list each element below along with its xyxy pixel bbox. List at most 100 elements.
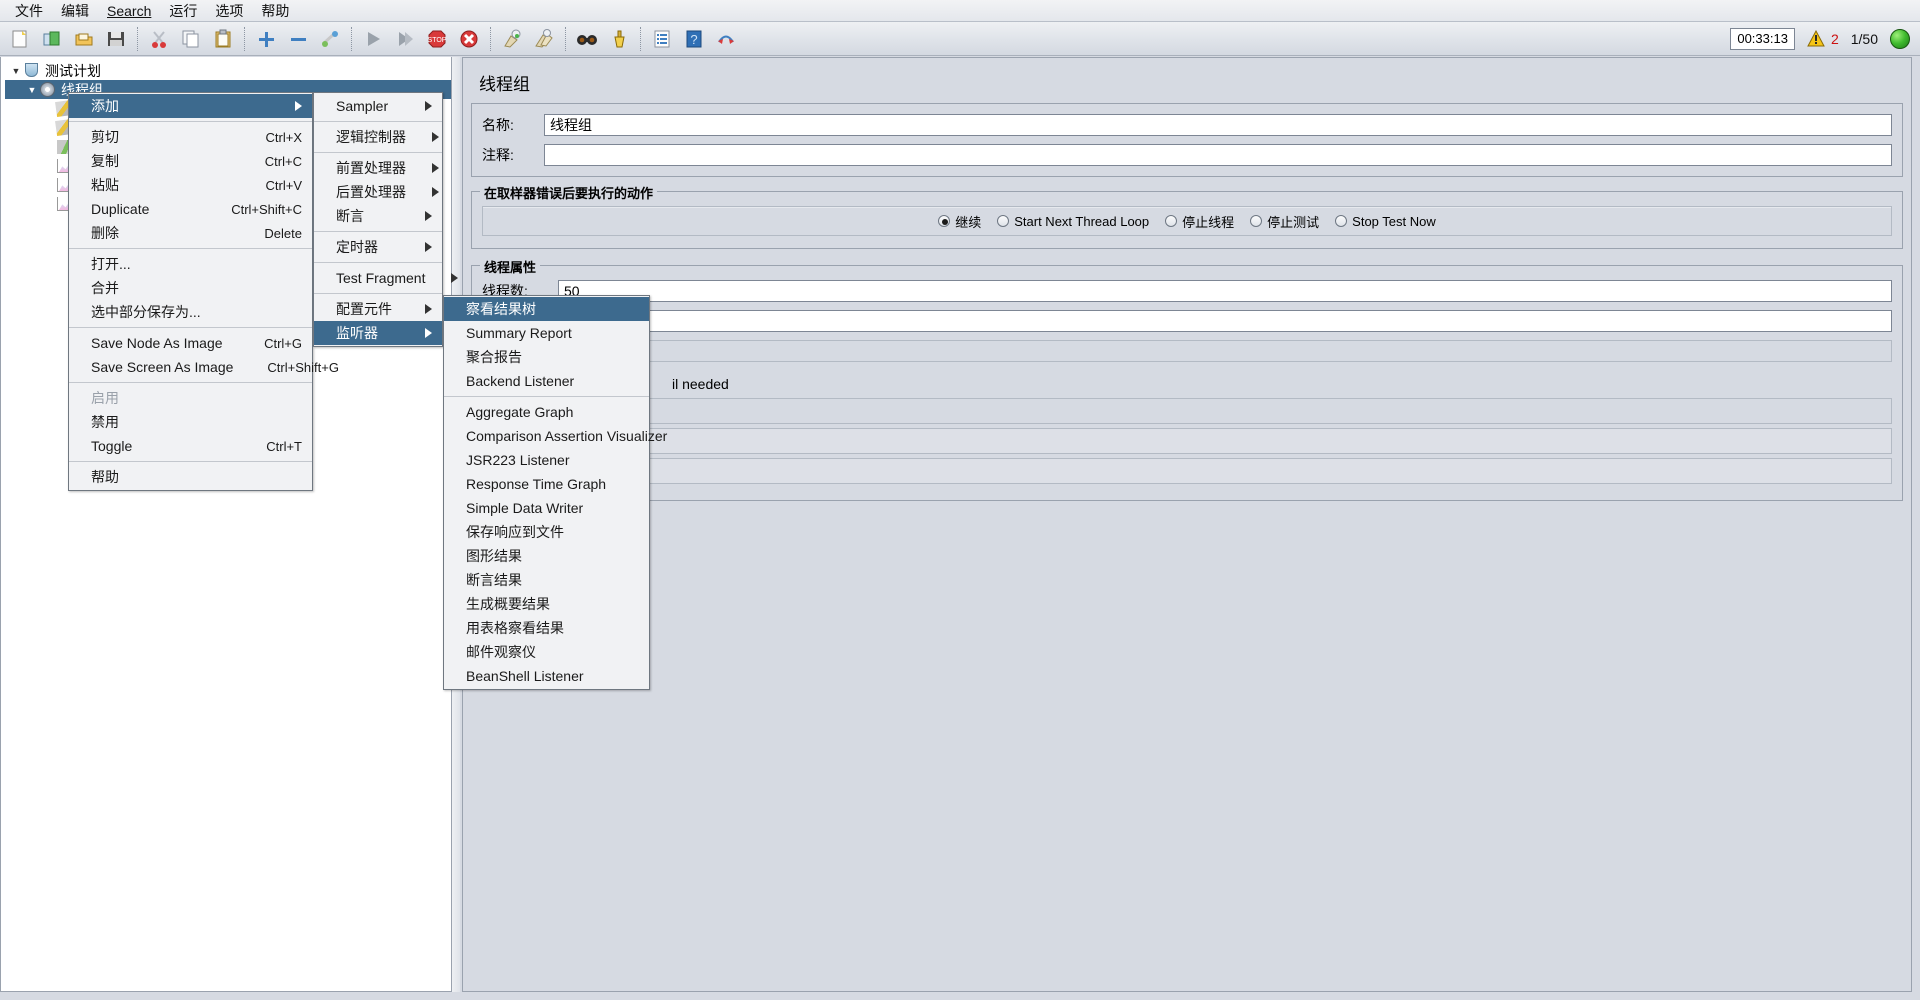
tree-expand-toggle-open[interactable]: ▼ bbox=[25, 85, 39, 95]
tree-expand-toggle-open[interactable]: ▼ bbox=[9, 66, 23, 76]
start-icon[interactable] bbox=[358, 25, 388, 53]
menu-separator bbox=[314, 293, 442, 294]
comment-input[interactable] bbox=[544, 144, 1892, 166]
menubar-item-0[interactable]: 文件 bbox=[6, 1, 52, 21]
cut-icon[interactable] bbox=[144, 25, 174, 53]
rampup-input[interactable]: 1 bbox=[558, 310, 1892, 332]
submenu-arrow-icon bbox=[451, 273, 459, 283]
collapse-all-icon[interactable] bbox=[283, 25, 313, 53]
error-action-radio-4[interactable]: Stop Test Now bbox=[1335, 214, 1436, 229]
open-folder-icon[interactable] bbox=[69, 25, 99, 53]
error-action-radios[interactable]: 继续 Start Next Thread Loop 停止线程 停止测试 Stop Tes… bbox=[482, 206, 1892, 236]
menu-item-aggregate-graph[interactable]: Aggregate Graph bbox=[444, 400, 649, 424]
copy-icon[interactable] bbox=[176, 25, 206, 53]
function-helper-icon[interactable] bbox=[647, 25, 677, 53]
menu-item-[interactable]: 复制 Ctrl+C bbox=[69, 149, 312, 173]
warning-indicator[interactable]: 2 bbox=[1807, 30, 1839, 47]
menu-item-[interactable]: 删除 Delete bbox=[69, 221, 312, 245]
menu-item-[interactable]: 前置处理器 bbox=[314, 156, 442, 180]
menu-item-[interactable]: 打开... bbox=[69, 252, 312, 276]
menu-item-simple-data-writer[interactable]: Simple Data Writer bbox=[444, 496, 649, 520]
menu-item-[interactable]: 合并 bbox=[69, 276, 312, 300]
stop-icon[interactable]: STOP bbox=[422, 25, 452, 53]
menubar-item-3[interactable]: 运行 bbox=[160, 1, 206, 21]
reset-search-icon[interactable] bbox=[604, 25, 634, 53]
menu-item-[interactable]: 剪切 Ctrl+X bbox=[69, 125, 312, 149]
menu-item-label: 保存响应到文件 bbox=[466, 524, 564, 540]
menu-item-[interactable]: 生成概要结果 bbox=[444, 592, 649, 616]
menu-item-[interactable]: 后置处理器 bbox=[314, 180, 442, 204]
thread-group-icon bbox=[39, 81, 57, 98]
loopcount-input[interactable] bbox=[558, 340, 1892, 362]
error-action-radio-1[interactable]: Start Next Thread Loop bbox=[997, 214, 1149, 229]
menu-item-[interactable]: 添加 bbox=[69, 94, 312, 118]
save-icon[interactable] bbox=[101, 25, 131, 53]
menu-item-[interactable]: 邮件观察仪 bbox=[444, 640, 649, 664]
menu-item-[interactable]: 粘贴 Ctrl+V bbox=[69, 173, 312, 197]
menu-item-[interactable]: 监听器 bbox=[314, 321, 442, 345]
menu-item-jsr223-listener[interactable]: JSR223 Listener bbox=[444, 448, 649, 472]
menu-item-[interactable]: 定时器 bbox=[314, 235, 442, 259]
clear-icon[interactable] bbox=[497, 25, 527, 53]
add-submenu[interactable]: Sampler 逻辑控制器前置处理器 后置处理器 断言定时器 Test Fragment… bbox=[313, 92, 459, 347]
menu-item-[interactable]: 选中部分保存为... bbox=[69, 300, 312, 324]
menu-item-label: 复制 bbox=[91, 153, 119, 169]
shutdown-icon[interactable] bbox=[454, 25, 484, 53]
test-plan-icon bbox=[23, 62, 41, 79]
radio-dot-icon bbox=[997, 215, 1010, 227]
menubar-item-1[interactable]: 编辑 bbox=[52, 1, 98, 21]
new-file-icon[interactable] bbox=[5, 25, 35, 53]
menu-item-[interactable]: 帮助 bbox=[69, 465, 312, 489]
tree-node-0[interactable]: ▼ 测试计划 bbox=[5, 61, 451, 80]
open-templates-icon[interactable] bbox=[37, 25, 67, 53]
menu-item-[interactable]: 断言结果 bbox=[444, 568, 649, 592]
menubar-item-5[interactable]: 帮助 bbox=[252, 1, 298, 21]
menu-item-comparison-assertion-visualizer[interactable]: Comparison Assertion Visualizer bbox=[444, 424, 667, 448]
error-action-radio-2[interactable]: 停止线程 bbox=[1165, 212, 1234, 231]
tree-context-menu[interactable]: 添加剪切 Ctrl+X 复制 Ctrl+C 粘贴 Ctrl+V Duplicate Ctrl+… bbox=[68, 92, 339, 491]
start-no-pauses-icon[interactable] bbox=[390, 25, 420, 53]
error-action-radio-0[interactable]: 继续 bbox=[938, 212, 981, 231]
clear-all-icon[interactable] bbox=[529, 25, 559, 53]
menu-item-shortcut: Ctrl+X bbox=[265, 129, 302, 145]
error-action-radio-label: Stop Test Now bbox=[1352, 213, 1436, 229]
menubar: 文件 编辑 Search 运行 选项 帮助 bbox=[0, 0, 1920, 22]
listener-submenu[interactable]: 察看结果树 Summary Report 聚合报告 Backend Listener A… bbox=[443, 295, 667, 690]
menu-item-label: 启用 bbox=[91, 390, 119, 406]
menu-item-beanshell-listener[interactable]: BeanShell Listener bbox=[444, 664, 649, 688]
elapsed-timer: 00:33:13 bbox=[1730, 27, 1795, 50]
name-input[interactable]: 线程组 bbox=[544, 114, 1892, 136]
menu-item-backend-listener[interactable]: Backend Listener bbox=[444, 369, 649, 393]
menu-item-toggle[interactable]: Toggle Ctrl+T bbox=[69, 434, 312, 458]
menu-item-save-node-as-image[interactable]: Save Node As Image Ctrl+G bbox=[69, 331, 312, 355]
menu-item-duplicate[interactable]: Duplicate Ctrl+Shift+C bbox=[69, 197, 312, 221]
undo-redo-icon[interactable] bbox=[711, 25, 741, 53]
menu-item-label: Sampler bbox=[336, 98, 389, 114]
menu-item-sampler[interactable]: Sampler bbox=[314, 94, 442, 118]
threads-input[interactable]: 50 bbox=[558, 280, 1892, 302]
delay-thread-creation-row[interactable]: il needed bbox=[482, 370, 1892, 398]
menu-item-[interactable]: 配置元件 bbox=[314, 297, 442, 321]
menu-item-[interactable]: 图形结果 bbox=[444, 544, 649, 568]
menu-item-[interactable]: 聚合报告 bbox=[444, 345, 649, 369]
help-icon[interactable]: ? bbox=[679, 25, 709, 53]
menu-item-[interactable]: 启用 bbox=[69, 386, 312, 410]
menubar-item-2[interactable]: Search bbox=[98, 1, 160, 21]
search-icon[interactable] bbox=[572, 25, 602, 53]
menu-item-label: 禁用 bbox=[91, 414, 119, 430]
expand-all-icon[interactable] bbox=[251, 25, 281, 53]
menu-item-[interactable]: 保存响应到文件 bbox=[444, 520, 649, 544]
menu-item-[interactable]: 断言 bbox=[314, 204, 442, 228]
menu-item-save-screen-as-image[interactable]: Save Screen As Image Ctrl+Shift+G bbox=[69, 355, 339, 379]
menu-item-summary-report[interactable]: Summary Report bbox=[444, 321, 649, 345]
menu-item-[interactable]: 用表格察看结果 bbox=[444, 616, 649, 640]
menu-item-response-time-graph[interactable]: Response Time Graph bbox=[444, 472, 649, 496]
menubar-item-4[interactable]: 选项 bbox=[206, 1, 252, 21]
error-action-radio-3[interactable]: 停止测试 bbox=[1250, 212, 1319, 231]
paste-icon[interactable] bbox=[208, 25, 238, 53]
menu-item-test-fragment[interactable]: Test Fragment bbox=[314, 266, 459, 290]
menu-item-[interactable]: 禁用 bbox=[69, 410, 312, 434]
menu-item-[interactable]: 察看结果树 bbox=[444, 297, 649, 321]
toggle-icon[interactable] bbox=[315, 25, 345, 53]
menu-item-[interactable]: 逻辑控制器 bbox=[314, 125, 442, 149]
